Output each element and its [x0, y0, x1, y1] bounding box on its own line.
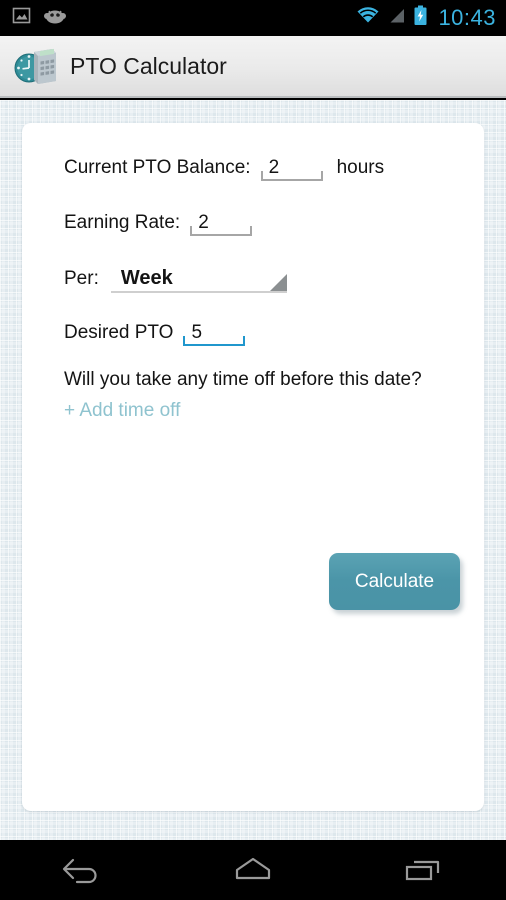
android-mascot-icon [43, 6, 67, 30]
balance-label: Current PTO Balance: [64, 157, 251, 178]
content-card: Current PTO Balance: 2 hours Earning Rat… [22, 123, 484, 811]
battery-charging-icon [413, 5, 428, 31]
desired-pto-label: Desired PTO [64, 322, 174, 343]
gallery-icon [12, 6, 31, 30]
recent-apps-icon[interactable] [367, 840, 477, 900]
earning-rate-label: Earning Rate: [64, 212, 181, 233]
home-icon[interactable] [198, 840, 308, 900]
earning-rate-value: 2 [198, 212, 209, 233]
balance-value: 2 [268, 157, 280, 178]
earning-rate-input[interactable]: 2 [190, 204, 253, 236]
signal-icon [387, 6, 406, 30]
per-row: Per: Week [64, 259, 464, 295]
per-label: Per: [64, 268, 99, 289]
chevron-down-icon [269, 274, 287, 291]
earning-rate-row: Earning Rate: 2 [64, 204, 464, 240]
time-off-question: Will you take any time off before this d… [64, 369, 422, 390]
calculate-button[interactable]: Calculate [329, 553, 460, 610]
action-bar: PTO Calculator [0, 36, 506, 98]
navigation-bar [0, 840, 506, 900]
desired-pto-row: Desired PTO 5 [64, 314, 464, 350]
back-arrow-icon[interactable] [29, 840, 139, 900]
status-bar-clock: 10:43 [438, 5, 496, 30]
balance-input[interactable]: 2 [260, 149, 323, 181]
balance-row: Current PTO Balance: 2 hours [64, 149, 464, 185]
android-device-screen: 10:43 PTO Calculator Current PTO Balance… [0, 0, 506, 900]
page-title: PTO Calculator [70, 52, 227, 79]
desired-pto-input[interactable]: 5 [183, 314, 246, 346]
add-time-off-link[interactable]: + Add time off [64, 400, 180, 422]
status-bar-system-icons: 10:43 [356, 0, 496, 36]
per-dropdown[interactable]: Week [110, 259, 287, 293]
per-value: Week [120, 267, 173, 289]
pto-form: Current PTO Balance: 2 hours Earning Rat… [64, 149, 464, 422]
balance-unit-label: hours [336, 157, 385, 178]
status-bar: 10:43 [0, 0, 506, 36]
desired-pto-value: 5 [191, 322, 203, 343]
status-bar-notifications [0, 6, 67, 30]
wifi-icon [356, 6, 380, 30]
calculator-clock-icon [12, 44, 58, 88]
